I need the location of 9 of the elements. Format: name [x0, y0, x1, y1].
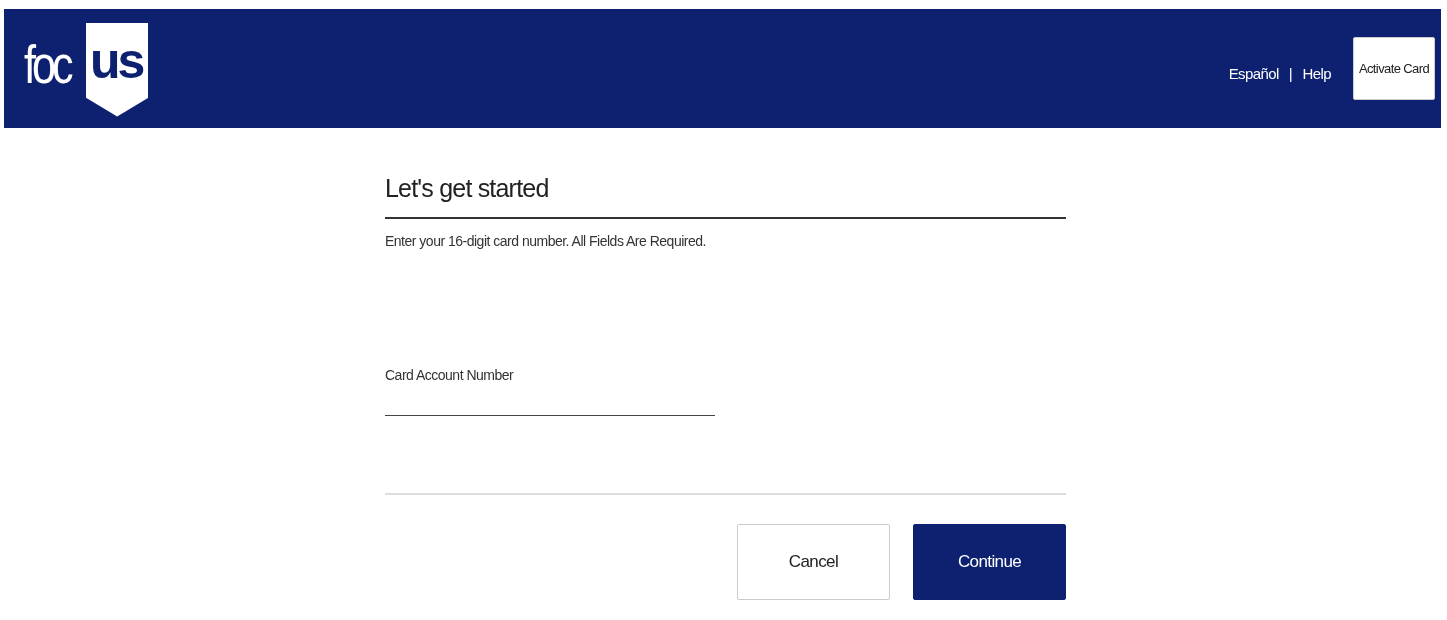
link-separator: | [1288, 65, 1293, 82]
instructions-text: Enter your 16-digit card number. All Fields Are Required. [385, 233, 707, 249]
cancel-button[interactable]: Cancel [737, 524, 890, 600]
activate-card-button[interactable]: Activate Card [1353, 37, 1435, 100]
page-title: Let's get started [385, 174, 1066, 219]
continue-button[interactable]: Continue [913, 524, 1066, 600]
header-link[interactable]: Español [1228, 65, 1279, 82]
header-link[interactable]: Help [1302, 65, 1331, 82]
field-label: Card Account Number [385, 367, 515, 383]
